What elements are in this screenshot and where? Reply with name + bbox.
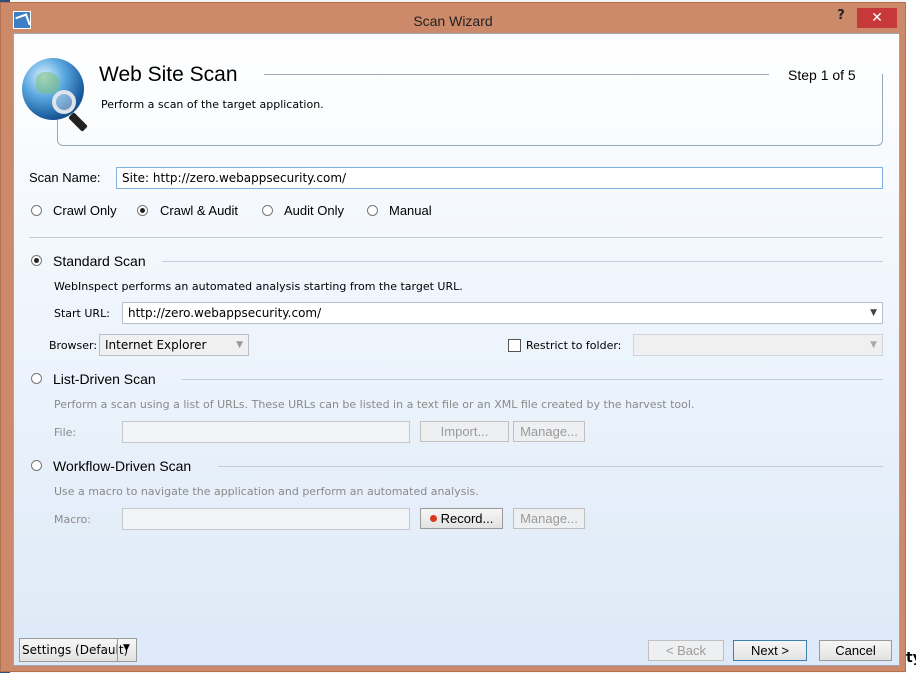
- scan-name-label: Scan Name:: [29, 170, 101, 185]
- radio-manual[interactable]: [367, 205, 378, 216]
- standard-scan-desc: WebInspect performs an automated analysi…: [54, 280, 463, 293]
- list-driven-rule: [182, 379, 883, 380]
- list-driven-desc: Perform a scan using a list of URLs. The…: [54, 398, 695, 411]
- window-title: Scan Wizard: [413, 13, 493, 29]
- workflow-driven-desc: Use a macro to navigate the application …: [54, 485, 479, 498]
- back-button[interactable]: < Back: [648, 640, 724, 661]
- browser-value: Internet Explorer: [105, 338, 207, 352]
- settings-split-button[interactable]: Settings (Default) ▼: [19, 638, 137, 662]
- header-rule: [264, 74, 769, 75]
- browser-select[interactable]: Internet Explorer ▼: [99, 334, 249, 356]
- cancel-button[interactable]: Cancel: [819, 640, 892, 661]
- restrict-folder-label[interactable]: Restrict to folder:: [526, 339, 621, 352]
- file-input[interactable]: [122, 421, 410, 443]
- macro-input[interactable]: [122, 508, 410, 530]
- page-title: Web Site Scan: [99, 63, 238, 86]
- macro-label: Macro:: [54, 513, 91, 526]
- radio-crawl-only-label[interactable]: Crawl Only: [53, 203, 117, 218]
- radio-crawl-audit-label[interactable]: Crawl & Audit: [160, 203, 238, 218]
- radio-workflow-driven-scan[interactable]: [31, 460, 42, 471]
- background-right: [906, 0, 916, 673]
- radio-audit-only[interactable]: [262, 205, 273, 216]
- import-button[interactable]: Import...: [420, 421, 509, 442]
- background-text: ty: [906, 650, 916, 666]
- help-button[interactable]: ?: [829, 8, 853, 26]
- start-url-value: http://zero.webappsecurity.com/: [128, 306, 322, 320]
- settings-button-label[interactable]: Settings (Default): [22, 643, 128, 657]
- restrict-folder-select[interactable]: ▼: [633, 334, 883, 356]
- record-icon: [429, 515, 437, 522]
- radio-crawl-only[interactable]: [31, 205, 42, 216]
- record-button[interactable]: Record...: [420, 508, 503, 529]
- chevron-down-icon[interactable]: ▼: [870, 308, 877, 318]
- radio-standard-scan[interactable]: [31, 255, 42, 266]
- standard-scan-title[interactable]: Standard Scan: [53, 253, 146, 269]
- list-manage-button[interactable]: Manage...: [513, 421, 585, 442]
- chevron-down-icon[interactable]: ▼: [870, 340, 877, 350]
- standard-scan-rule: [162, 261, 883, 262]
- radio-audit-only-label[interactable]: Audit Only: [284, 203, 344, 218]
- workflow-driven-rule: [218, 466, 883, 467]
- start-url-combobox[interactable]: http://zero.webappsecurity.com/ ▼: [122, 302, 883, 324]
- next-button[interactable]: Next >: [733, 640, 807, 661]
- radio-list-driven-scan[interactable]: [31, 373, 42, 384]
- browser-label: Browser:: [49, 339, 98, 352]
- chevron-down-icon[interactable]: ▼: [123, 643, 130, 653]
- list-driven-title[interactable]: List-Driven Scan: [53, 371, 156, 387]
- start-url-label: Start URL:: [54, 307, 110, 320]
- divider: [29, 237, 883, 238]
- restrict-folder-checkbox[interactable]: [508, 339, 521, 352]
- workflow-manage-button[interactable]: Manage...: [513, 508, 585, 529]
- scan-name-input[interactable]: Site: http://zero.webappsecurity.com/: [116, 167, 883, 189]
- step-indicator: Step 1 of 5: [788, 67, 856, 83]
- workflow-driven-title[interactable]: Workflow-Driven Scan: [53, 458, 191, 474]
- file-label: File:: [54, 426, 77, 439]
- chevron-down-icon[interactable]: ▼: [236, 340, 243, 350]
- page-subtitle: Perform a scan of the target application…: [101, 98, 324, 111]
- radio-crawl-audit[interactable]: [137, 205, 148, 216]
- record-button-label: Record...: [440, 511, 494, 526]
- close-button[interactable]: ✕: [857, 8, 897, 28]
- radio-manual-label[interactable]: Manual: [389, 203, 432, 218]
- wizard-body: Web Site Scan Step 1 of 5 Perform a scan…: [13, 33, 900, 666]
- title-bar[interactable]: Scan Wizard ? ✕: [1, 3, 905, 36]
- globe-search-icon: [22, 58, 88, 132]
